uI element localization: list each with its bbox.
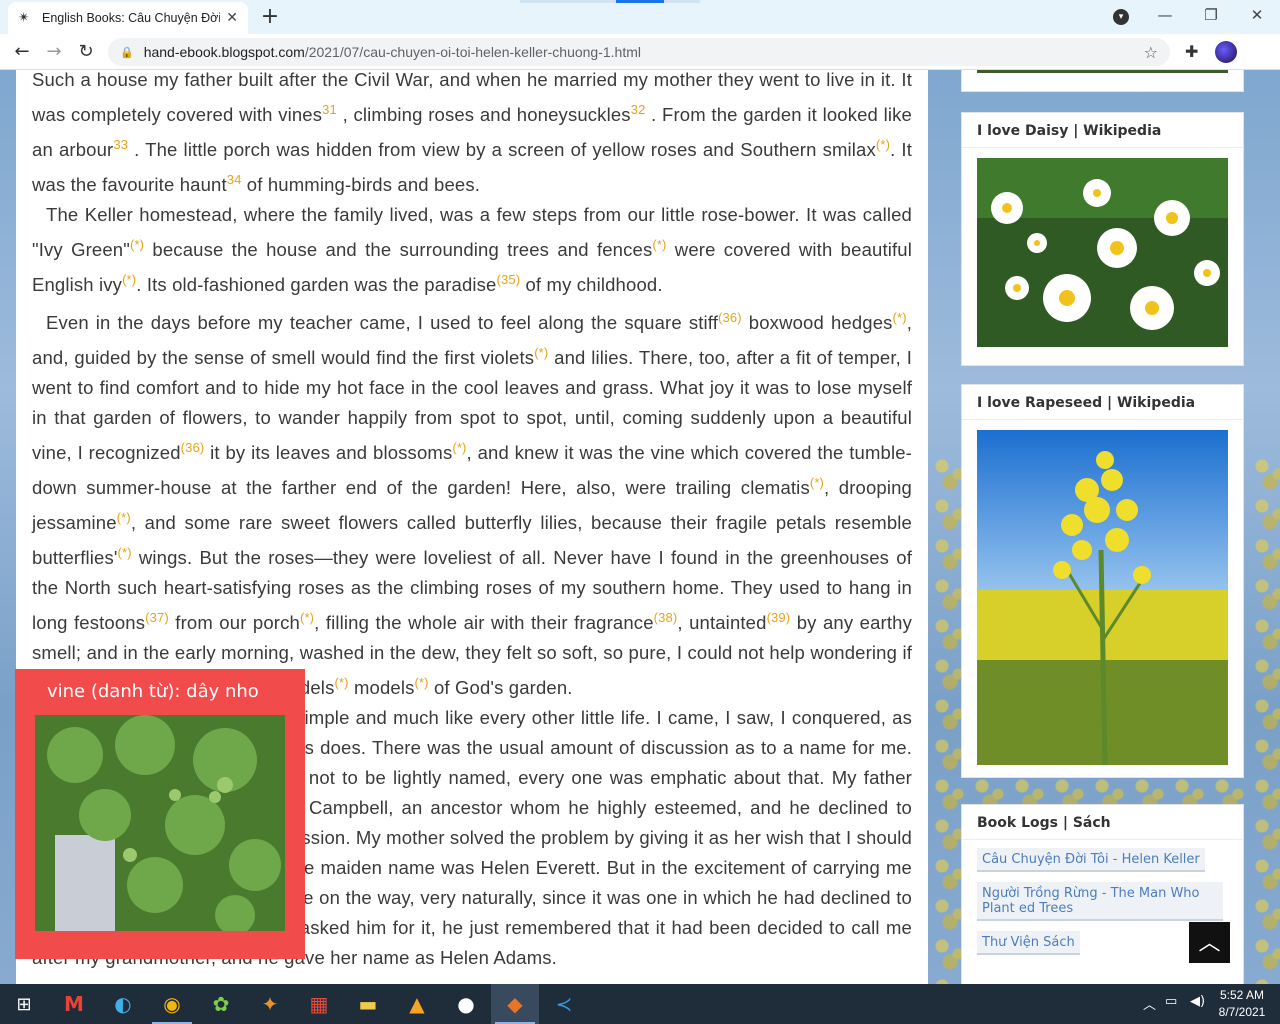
address-bar[interactable]: 🔒 hand-ebook.blogspot.com/2021/07/cau-ch… [108,38,1170,66]
site-favicon-icon: ✴ [18,10,30,26]
close-window-button[interactable]: ✕ [1242,6,1272,24]
popup-title: vine (danh từ): dây nho [47,681,259,702]
daisy-image[interactable] [977,158,1228,347]
vscode-icon[interactable]: ≺ [540,984,588,1024]
new-tab-button[interactable]: + [258,4,282,29]
firebase-icon[interactable]: ▲ [393,984,441,1024]
footnote-marker[interactable]: (*) [300,610,314,625]
footnote-marker[interactable]: (*) [117,510,131,525]
footnote-marker[interactable]: (36) [181,440,205,455]
footnote-marker[interactable]: (*) [122,272,136,287]
tray-overflow-icon[interactable]: ︿ [1143,994,1156,1013]
office-tiles-icon[interactable]: ▦ [295,984,343,1024]
tab-title: English Books: Câu Chuyện Đời T [42,11,221,25]
url-host: hand-ebook.blogspot.com [143,44,305,60]
tab-strip: ✴ English Books: Câu Chuyện Đời T ✕ + ▾ … [0,0,1280,34]
lock-icon[interactable]: 🔒 [120,46,134,59]
page-viewport: Such a house my father built after the C… [0,70,1280,984]
tab-close-icon[interactable]: ✕ [226,10,238,26]
footnote-marker[interactable]: 34 [227,172,242,187]
bookmark-star-icon[interactable]: ☆ [1144,43,1158,62]
network-icon[interactable]: ▭ [1165,994,1177,1009]
extensions-puzzle-icon[interactable]: ✚ [1185,42,1198,61]
vine-image [35,715,285,931]
book-link[interactable]: Người Trồng Rừng - The Man Who Plant ed … [977,882,1223,921]
chrome-icon[interactable]: ◉ [148,984,196,1024]
tab-search-icon[interactable]: ▾ [1113,9,1129,25]
footnote-marker[interactable]: (*) [534,345,548,360]
footnote-marker[interactable]: (*) [414,675,428,690]
footnote-marker[interactable]: (38) [654,610,678,625]
browser-tab[interactable]: ✴ English Books: Câu Chuyện Đời T ✕ [8,2,248,34]
paragraph-2: The Keller homestead, where the family l… [32,204,912,295]
volume-icon[interactable]: ◀) [1190,994,1205,1009]
footnote-marker[interactable]: (37) [145,610,169,625]
footnote-marker[interactable]: (*) [652,237,666,252]
widget-rapeseed: I love Rapeseed | Wikipedia [961,384,1244,778]
clock-date: 8/7/2021 [1218,1005,1266,1019]
file-explorer-icon[interactable]: ▬ [344,984,392,1024]
edge-icon[interactable]: ◐ [99,984,147,1024]
footnote-marker[interactable]: (*) [130,237,144,252]
book-link[interactable]: Thư Viện Sách [977,931,1080,955]
back-button[interactable]: ← [10,40,34,64]
profile-avatar[interactable] [1215,41,1237,63]
footnote-marker[interactable]: (*) [452,440,466,455]
reload-button[interactable]: ↻ [74,40,98,64]
minimize-button[interactable]: — [1150,6,1180,24]
dictionary-popup[interactable]: vine (danh từ): dây nho [15,669,305,959]
app-recorder-icon[interactable]: ◆ [491,984,539,1024]
widget-title: I love Rapeseed | Wikipedia [962,385,1243,420]
back-to-top-button[interactable]: ︿ [1189,922,1230,963]
gmail-icon[interactable]: M [50,984,98,1024]
image-strip [977,70,1228,73]
footnote-marker[interactable]: (35) [496,272,520,287]
restore-button[interactable]: ❐ [1196,6,1226,24]
clock-time: 5:52 AM [1219,988,1265,1002]
footnote-marker[interactable]: (39) [767,610,791,625]
paragraph-5: I am told that while I was still in long… [32,976,912,984]
paragraph-1: Such a house my father built after the C… [32,70,913,195]
widget-title: Book Logs | Sách [962,805,1243,840]
book-link[interactable]: Câu Chuyện Đời Tôi - Helen Keller [977,848,1205,872]
sidebar-widget-top [961,70,1244,92]
footnote-marker[interactable]: (*) [876,137,890,152]
footnote-marker[interactable]: 33 [113,137,128,152]
footnote-marker[interactable]: 32 [631,102,646,117]
app-chicken-icon[interactable]: ✦ [246,984,294,1024]
system-clock[interactable]: 5:52 AM 8/7/2021 [1212,987,1272,1021]
footnote-marker[interactable]: (36) [718,310,742,325]
tab-hover-indicator [520,0,700,3]
tab-active-indicator [616,0,664,3]
rapeseed-image[interactable] [977,430,1228,765]
footnote-marker[interactable]: (*) [118,545,132,560]
footnote-marker[interactable]: (*) [893,310,907,325]
footnote-marker[interactable]: (*) [334,675,348,690]
footnote-marker[interactable]: 31 [322,102,337,117]
windows-taskbar: ⊞ M ◐ ◉ ✿ ✦ ▦ ▬ ▲ ● ◆ ≺ ︿ ▭ ◀) 5:52 AM 8… [0,984,1280,1024]
github-icon[interactable]: ● [442,984,490,1024]
footnote-marker[interactable]: (*) [810,475,824,490]
widget-title: I love Daisy | Wikipedia [962,113,1243,148]
app-swirl-icon[interactable]: ✿ [197,984,245,1024]
widget-daisy: I love Daisy | Wikipedia [961,112,1244,366]
paragraph-3: Even in the days before my teacher came,… [32,310,913,698]
url-path: /2021/07/cau-chuyen-oi-toi-helen-keller-… [304,44,641,60]
forward-button[interactable]: → [42,40,66,64]
browser-toolbar: ← → ↻ 🔒 hand-ebook.blogspot.com/2021/07/… [0,34,1280,95]
windows-start-icon[interactable]: ⊞ [0,984,48,1024]
